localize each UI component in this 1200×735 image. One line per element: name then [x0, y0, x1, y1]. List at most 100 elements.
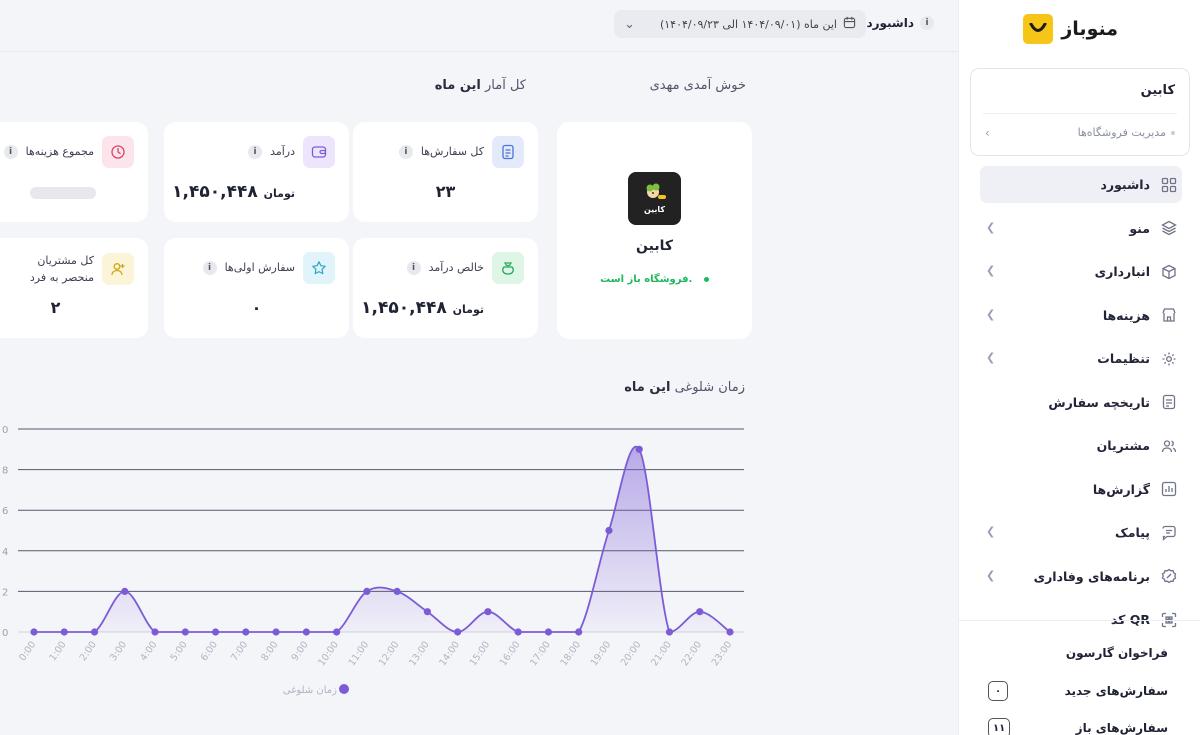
chevron-down-icon: ⌄ — [624, 16, 635, 32]
sidebar-item-label: انبارداری — [1094, 264, 1150, 279]
chart-x-tick-label: 8:00 — [259, 639, 280, 663]
info-icon[interactable]: i — [406, 261, 421, 275]
chart-point — [60, 628, 68, 636]
chart-x-tick-label: 4:00 — [138, 639, 159, 663]
percent-badge-icon — [1160, 567, 1178, 585]
brand[interactable]: منوباز — [1023, 14, 1118, 44]
chart-point — [726, 628, 734, 636]
sidebar-item-label: منو — [1129, 220, 1150, 236]
unique-customers-card: کل مشتریان منحصر به فرد i ۲ — [0, 238, 148, 338]
users-icon — [1160, 437, 1178, 455]
first-orders-card-title: سفارش اولی‌ها — [224, 261, 295, 275]
revenue-card: درآمد i ۱,۴۵۰,۴۴۸ تومان — [164, 122, 349, 222]
waiter-call-title[interactable]: فراخوان گارسون — [1066, 646, 1168, 660]
loading-skeleton — [30, 187, 96, 199]
sidebar-item-percent-badge[interactable]: برنامه‌های وفاداری ❮ — [980, 558, 1182, 595]
revenue-unit: تومان — [263, 187, 295, 200]
new-orders-row[interactable]: سفارش‌های جدید ۰ — [988, 681, 1168, 701]
chart-x-tick-label: 5:00 — [169, 639, 190, 663]
chart-x-tick-label: 19:00 — [589, 639, 614, 668]
chart-point — [121, 587, 129, 595]
chart-y-tick-label: 8 — [2, 466, 8, 477]
chart-point — [454, 628, 462, 636]
chart-legend-label: زمان شلوغی — [283, 685, 337, 696]
receipt-icon — [1160, 393, 1178, 411]
store-logo: کابین — [628, 172, 681, 225]
chart-point — [393, 587, 401, 595]
chevron-left-icon: ‹ — [985, 126, 990, 140]
info-icon[interactable]: i — [398, 145, 413, 159]
chart-x-tick-label: 21:00 — [649, 639, 674, 668]
topbar: داشبورد i این ماه (۱۴۰۴/۰۹/۰۱ الی ۱۴۰۴/۰… — [0, 0, 958, 52]
layers-icon — [1160, 219, 1178, 237]
sidebar-item-store[interactable]: هزینه‌ها ❮ — [980, 297, 1182, 334]
chart-point — [363, 587, 371, 595]
chart-x-tick-label: 23:00 — [710, 639, 735, 668]
chart-x-tick-label: 0:00 — [17, 639, 38, 663]
chart-point — [665, 628, 674, 636]
store-card: کابین کابین فروشگاه باز است. — [557, 122, 752, 339]
revenue-amount: ۱,۴۵۰,۴۴۸ — [172, 182, 258, 202]
breadcrumb-current: داشبورد — [866, 16, 914, 30]
busy-time-chart: 0 2 4 6 8 0 0:00 1:00 2:00 3:00 4:00 5:00 6:00 7:00 8:… — [2, 425, 744, 696]
chart-area-fill — [34, 446, 730, 632]
chart-x-tick-label: 17:00 — [528, 639, 553, 668]
chevron-left-icon: ❮ — [986, 307, 996, 321]
user-plus-icon — [102, 253, 134, 286]
sidebar-item-receipt[interactable]: تاریخچه سفارش — [980, 384, 1182, 421]
chevron-left-icon: ❮ — [986, 264, 996, 277]
unique-customers-card-value: ۲ — [50, 298, 61, 317]
info-icon[interactable]: i — [248, 145, 263, 159]
store-icon — [1160, 306, 1178, 324]
stats-title-highlight: این ماه — [434, 78, 481, 93]
gear-icon — [1160, 350, 1178, 368]
sidebar-item-label: برنامه‌های وفاداری — [1033, 568, 1150, 584]
date-range-picker[interactable]: این ماه (۱۴۰۴/۰۹/۰۱ الی ۱۴۰۴/۰۹/۲۳) ⌄ — [614, 10, 866, 38]
chart-x-tick-label: 11:00 — [347, 639, 372, 668]
store-status: فروشگاه باز است. — [557, 274, 752, 285]
info-icon[interactable]: i — [3, 145, 18, 159]
manage-stores-link[interactable]: مدیریت فروشگاه‌ها — [1078, 126, 1175, 139]
chevron-left-icon: ❮ — [986, 351, 996, 364]
message-icon — [1160, 524, 1178, 542]
sidebar-item-box[interactable]: انبارداری ❮ — [980, 253, 1182, 290]
open-orders-row[interactable]: سفارش‌های باز ۱۱ — [988, 718, 1168, 735]
sidebar-item-gear[interactable]: تنظیمات ❮ — [980, 340, 1182, 377]
chart-point — [575, 628, 583, 636]
stats-title: کل آمار این ماه — [435, 78, 526, 93]
sidebar-item-message[interactable]: پیامک ❮ — [980, 514, 1182, 551]
net-revenue-card-title: خالص درآمد — [428, 261, 484, 275]
chart-point — [423, 608, 431, 616]
unique-customers-card-title: کل مشتریان منحصر به فرد — [29, 254, 94, 285]
orders-card: کل سفارش‌ها i ۲۳ — [353, 122, 538, 222]
sidebar-menu: داشبورد منو ❮ انبارداری ❮ هزینه‌ها ❮ تنظیمات ❮ تا… — [980, 166, 1182, 645]
wallet-icon — [303, 136, 335, 168]
net-revenue-amount: ۱,۴۵۰,۴۴۸ — [361, 298, 447, 318]
chart-point — [484, 608, 492, 616]
sidebar: منوباز کابین مدیریت فروشگاه‌ها ‹ داشبورد… — [958, 0, 1200, 735]
info-icon[interactable]: i — [920, 16, 934, 30]
chart-point — [181, 628, 189, 636]
chart-y-tick-label: 4 — [2, 547, 8, 558]
net-revenue-card: خالص درآمد i ۱,۴۵۰,۴۴۸ تومان — [353, 238, 538, 338]
sidebar-item-label: مشتریان — [1096, 438, 1150, 453]
sidebar-item-layers[interactable]: منو ❮ — [980, 210, 1182, 247]
manage-stores-label: مدیریت فروشگاه‌ها — [1077, 126, 1166, 139]
chart-point — [151, 628, 159, 636]
info-icon[interactable]: i — [202, 261, 217, 275]
chart-point — [242, 628, 250, 636]
sidebar-item-grid[interactable]: داشبورد — [980, 166, 1182, 203]
chart-x-tick-label: 13:00 — [407, 639, 432, 668]
sidebar-item-bar-chart[interactable]: گزارش‌ها — [980, 471, 1182, 508]
store-switcher[interactable]: کابین مدیریت فروشگاه‌ها ‹ — [970, 68, 1190, 156]
welcome-text: خوش آمدی مهدی — [649, 78, 746, 93]
chart-title-prefix: زمان شلوغی — [674, 380, 745, 395]
chart-point — [30, 628, 38, 636]
bar-chart-icon — [1160, 480, 1178, 498]
breadcrumb: داشبورد i — [866, 16, 934, 30]
sidebar-item-users[interactable]: مشتریان — [980, 427, 1182, 464]
divider — [958, 620, 1200, 621]
chart-y-tick-label: 6 — [2, 506, 8, 517]
new-orders-label: سفارش‌های جدید — [1064, 684, 1168, 698]
chart-point — [605, 526, 613, 535]
